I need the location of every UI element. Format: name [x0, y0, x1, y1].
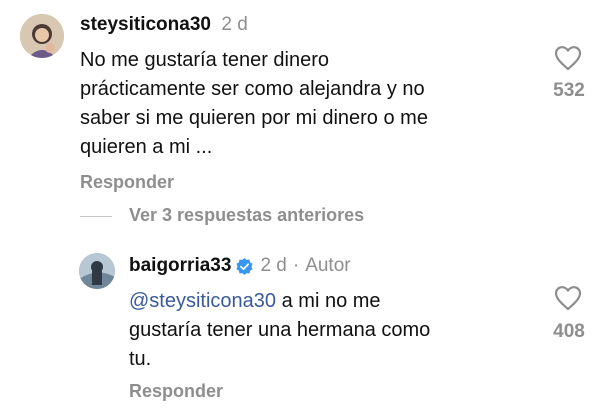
comment-header: steysiticona30 2 d [80, 14, 248, 36]
heart-icon[interactable] [554, 45, 582, 71]
comment-text-line: No me gustaría tener dinero [80, 49, 330, 71]
reply-text-line: tu. [129, 348, 152, 370]
reply-button[interactable]: Responder [129, 381, 223, 402]
separator: · [292, 255, 300, 276]
timestamp: 2 d [260, 255, 287, 276]
divider [80, 216, 112, 217]
reply-text: @steysiticona30 a mi no me gustaría tene… [129, 287, 549, 374]
view-replies-button[interactable]: Ver 3 respuestas anteriores [129, 205, 364, 226]
comment-text: No me gustaría tener dinero prácticament… [80, 46, 540, 162]
comment-text-line: prácticamente ser como alejandra y no [80, 78, 425, 100]
mention-link[interactable]: @steysiticona30 [129, 290, 276, 312]
avatar[interactable] [79, 253, 115, 289]
heart-icon[interactable] [554, 285, 582, 311]
username[interactable]: steysiticona30 [80, 14, 211, 35]
verified-badge-icon [236, 257, 254, 275]
timestamp: 2 d [221, 14, 248, 35]
author-badge: Autor [305, 255, 351, 276]
comment-text-line: saber si me quieren por mi dinero o me [80, 107, 428, 129]
avatar[interactable] [20, 14, 64, 58]
like-count: 408 [553, 321, 585, 342]
comment-text-line: quieren a mi ... [80, 136, 213, 158]
like-count: 532 [553, 80, 585, 101]
reply-button[interactable]: Responder [80, 172, 174, 193]
username[interactable]: baigorria33 [129, 255, 231, 277]
reply-header: baigorria33 2 d · Autor [129, 255, 351, 277]
reply-text-line: gustaría tener una hermana como [129, 319, 431, 341]
reply-text-line: a mi no me [276, 290, 381, 312]
